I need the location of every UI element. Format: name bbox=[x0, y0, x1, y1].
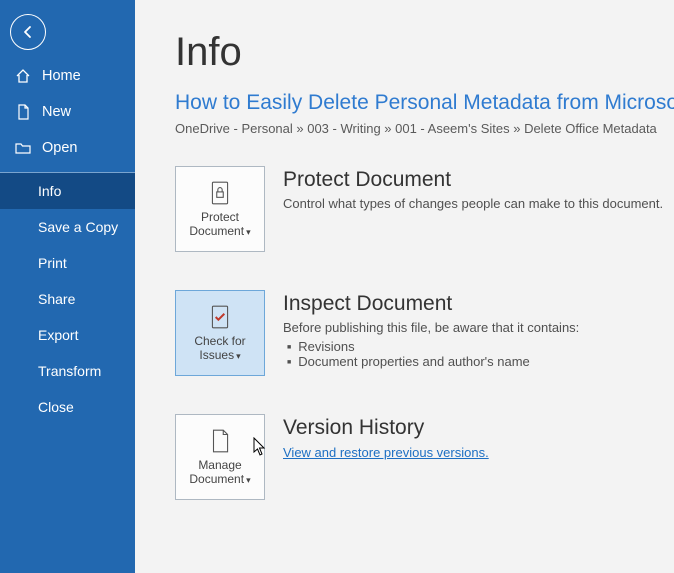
check-for-issues-button[interactable]: Check for Issues▾ bbox=[175, 290, 265, 376]
info-pane: Info How to Easily Delete Personal Metad… bbox=[135, 0, 674, 573]
section-version-history: Manage Document▾ Version History View an… bbox=[175, 414, 674, 500]
sidebar-item-label: Export bbox=[38, 327, 78, 343]
tile-label: Manage Document▾ bbox=[176, 458, 264, 487]
lock-doc-icon bbox=[207, 180, 233, 206]
protect-document-description: Protect Document Control what types of c… bbox=[283, 166, 663, 215]
sidebar-item-label: Close bbox=[38, 399, 74, 415]
sidebar-item-save-a-copy[interactable]: Save a Copy bbox=[0, 209, 135, 245]
manage-document-button[interactable]: Manage Document▾ bbox=[175, 414, 265, 500]
sidebar-item-label: Share bbox=[38, 291, 75, 307]
sidebar-item-label: Save a Copy bbox=[38, 219, 118, 235]
backstage-sidebar: Home New Open Info Save a Copy Print Sha… bbox=[0, 0, 135, 573]
inspect-items-list: Revisions Document properties and author… bbox=[283, 339, 579, 369]
section-body: Before publishing this file, be aware th… bbox=[283, 320, 579, 335]
sidebar-item-new[interactable]: New bbox=[0, 94, 135, 130]
section-protect-document: Protect Document▾ Protect Document Contr… bbox=[175, 166, 674, 252]
new-doc-icon bbox=[14, 104, 32, 120]
back-arrow-icon bbox=[20, 24, 36, 40]
sidebar-item-label: Home bbox=[42, 68, 81, 84]
version-history-description: Version History View and restore previou… bbox=[283, 414, 489, 460]
section-heading: Protect Document bbox=[283, 168, 663, 192]
doc-icon bbox=[207, 428, 233, 454]
tile-label: Protect Document▾ bbox=[176, 210, 264, 239]
sidebar-item-open[interactable]: Open bbox=[0, 130, 135, 166]
home-icon bbox=[14, 68, 32, 84]
section-body: Control what types of changes people can… bbox=[283, 196, 663, 211]
back-button[interactable] bbox=[10, 14, 46, 50]
sidebar-item-label: Open bbox=[42, 140, 77, 156]
sidebar-item-share[interactable]: Share bbox=[0, 281, 135, 317]
page-title: Info bbox=[175, 30, 674, 75]
section-heading: Inspect Document bbox=[283, 292, 579, 316]
sidebar-item-export[interactable]: Export bbox=[0, 317, 135, 353]
sidebar-item-label: Transform bbox=[38, 363, 101, 379]
sidebar-item-home[interactable]: Home bbox=[0, 58, 135, 94]
list-item: Document properties and author's name bbox=[301, 354, 579, 369]
protect-document-button[interactable]: Protect Document▾ bbox=[175, 166, 265, 252]
check-doc-icon bbox=[207, 304, 233, 330]
sidebar-item-label: Info bbox=[38, 183, 61, 199]
sidebar-item-transform[interactable]: Transform bbox=[0, 353, 135, 389]
document-title: How to Easily Delete Personal Metadata f… bbox=[175, 91, 674, 115]
view-versions-link[interactable]: View and restore previous versions. bbox=[283, 445, 489, 460]
inspect-document-description: Inspect Document Before publishing this … bbox=[283, 290, 579, 369]
sidebar-item-label: New bbox=[42, 104, 71, 120]
sidebar-item-info[interactable]: Info bbox=[0, 173, 135, 209]
section-inspect-document: Check for Issues▾ Inspect Document Befor… bbox=[175, 290, 674, 376]
sidebar-item-close[interactable]: Close bbox=[0, 389, 135, 425]
list-item: Revisions bbox=[301, 339, 579, 354]
tile-label: Check for Issues▾ bbox=[176, 334, 264, 363]
open-folder-icon bbox=[14, 140, 32, 156]
breadcrumb: OneDrive - Personal » 003 - Writing » 00… bbox=[175, 121, 674, 136]
sidebar-item-print[interactable]: Print bbox=[0, 245, 135, 281]
section-heading: Version History bbox=[283, 416, 489, 440]
sidebar-item-label: Print bbox=[38, 255, 67, 271]
